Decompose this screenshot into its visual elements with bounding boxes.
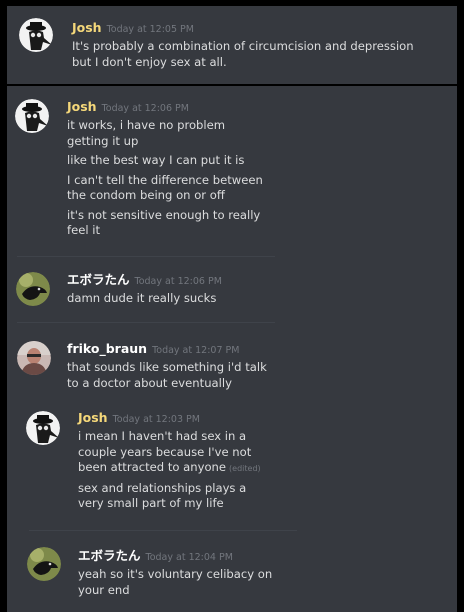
plague-doctor-avatar-icon[interactable] [19, 18, 53, 52]
timestamp: Today at 12:03 PM [112, 414, 200, 425]
message-divider [29, 530, 297, 531]
message-line: like the best way I can put it is [67, 153, 245, 167]
plague-doctor-avatar-icon[interactable] [26, 411, 60, 445]
username[interactable]: エボラたん [67, 272, 130, 287]
message-line: it's not sensitive enough to really feel… [67, 207, 261, 238]
timestamp: Today at 12:04 PM [145, 552, 233, 563]
username[interactable]: Josh [67, 99, 97, 114]
message-line: I can't tell the difference between the … [67, 172, 263, 203]
message-line: yeah so it's voluntary celibacy on your … [78, 567, 273, 597]
username[interactable]: Josh [72, 20, 102, 35]
message-line: damn dude it really sucks [67, 291, 217, 305]
username[interactable]: Josh [78, 410, 108, 425]
bird-avatar-icon[interactable] [16, 272, 50, 306]
username[interactable]: friko_braun [67, 341, 147, 356]
timestamp: Today at 12:07 PM [152, 345, 240, 356]
edited-label: (edited) [229, 464, 261, 473]
chat-panel-main: Josh Today at 12:06 PM it works, i have n… [7, 86, 457, 612]
message-line: It's probably a combination of circumcis… [72, 39, 414, 69]
message-line: it works, i have no problem getting it u… [67, 118, 226, 148]
username[interactable]: エボラたん [78, 548, 141, 563]
timestamp: Today at 12:06 PM [134, 276, 222, 287]
timestamp: Today at 12:06 PM [101, 103, 189, 114]
message-line: that sounds like something i'd talk to a… [67, 360, 267, 390]
user-photo-avatar-icon[interactable] [17, 341, 51, 375]
chat-panel-top: Josh Today at 12:05 PM It's probably a co… [7, 6, 457, 84]
message-divider [17, 256, 275, 257]
timestamp: Today at 12:05 PM [106, 24, 194, 35]
bird-avatar-icon[interactable] [27, 547, 61, 581]
message-divider [17, 322, 275, 323]
message-line: sex and relationships plays a very small… [78, 480, 247, 511]
message-line: i mean I haven't had sex in a couple yea… [78, 429, 252, 474]
plague-doctor-avatar-icon[interactable] [15, 99, 49, 133]
